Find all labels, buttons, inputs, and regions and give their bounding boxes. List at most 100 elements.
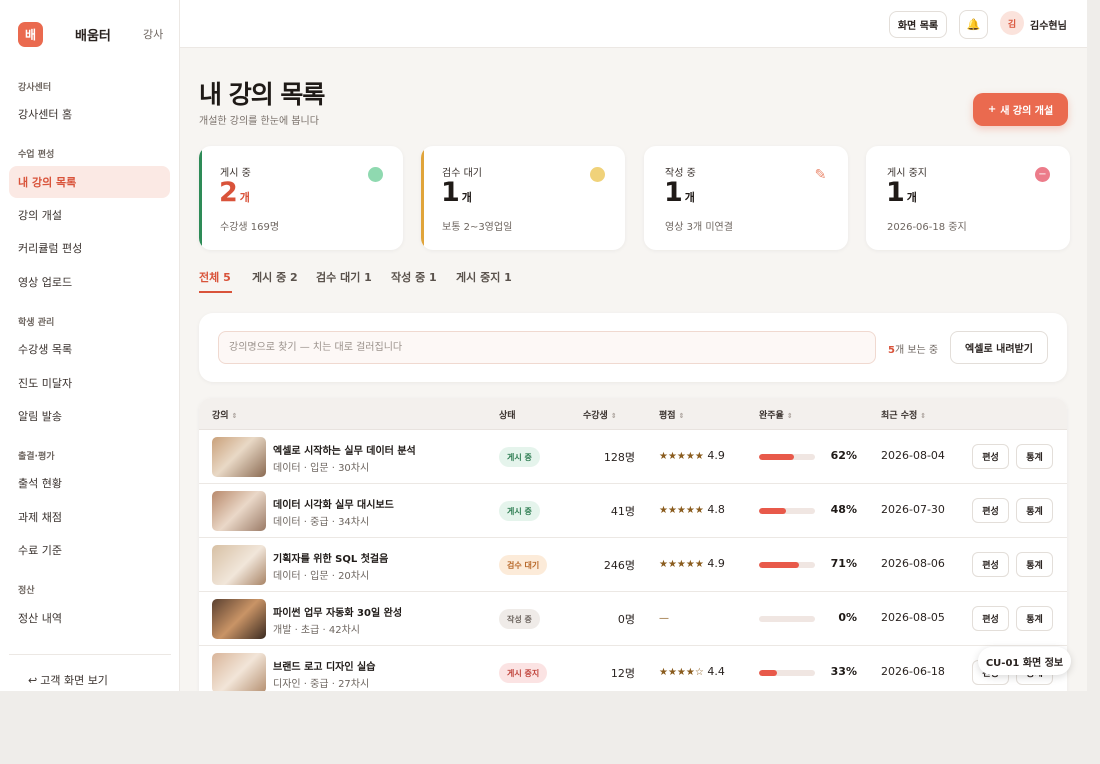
course-meta: 데이터 · 입문 · 30차시	[273, 463, 370, 474]
completion-bar-fill	[759, 670, 778, 676]
course-title[interactable]: 데이터 시각화 실무 대시보드	[273, 496, 394, 511]
brand[interactable]: 배 배움터 강사	[18, 21, 168, 47]
sidebar-item-create-course[interactable]: 강의 개설	[9, 199, 170, 231]
course-thumbnail	[212, 437, 266, 477]
rating-value: 4.9	[707, 449, 725, 462]
star-rating-icon: ★★★★☆	[659, 667, 704, 678]
table-row[interactable]: 브랜드 로고 디자인 실습 디자인 · 중급 · 27차시 게시 중지 12명 ★★★★…	[199, 646, 1067, 691]
course-thumbnail	[212, 599, 266, 639]
table-row[interactable]: 엑셀로 시작하는 실무 데이터 분석 데이터 · 입문 · 30차시 게시 중 128…	[199, 430, 1067, 484]
stat-unit: 개	[906, 191, 917, 204]
tab-count: 5	[223, 271, 231, 284]
excel-export-button[interactable]: 엑셀로 내려받기	[950, 331, 1048, 364]
pencil-icon: ✎	[814, 166, 827, 183]
tab-suspended[interactable]: 게시 중지 1	[456, 269, 512, 285]
screen-list-button[interactable]: 화면 목록	[889, 11, 947, 38]
rating: ★★★★★ 4.9	[659, 557, 725, 570]
column-header-completion[interactable]: 완주율 ⇕	[759, 408, 793, 421]
course-title[interactable]: 기획자를 위한 SQL 첫걸음	[273, 550, 388, 565]
sidebar-item-instructor-home[interactable]: 강사센터 홈	[9, 98, 170, 130]
sidebar-item-video-upload[interactable]: 영상 업로드	[9, 266, 170, 298]
sort-icon: ⇕	[678, 412, 685, 420]
tab-review[interactable]: 검수 대기 1	[316, 269, 372, 285]
bell-icon[interactable]: 🔔	[959, 10, 988, 39]
topbar: 화면 목록 🔔 김 김수현님	[180, 0, 1087, 48]
sidebar-item-students[interactable]: 수강생 목록	[9, 333, 170, 365]
updated-date: 2026-08-04	[881, 449, 945, 462]
table-row[interactable]: 데이터 시각화 실무 대시보드 데이터 · 중급 · 34차시 게시 중 41명 ★★★…	[199, 484, 1067, 538]
stat-card-published[interactable]: 게시 중 2개 수강생 169명	[199, 146, 403, 250]
stats-button[interactable]: 통계	[1016, 444, 1053, 469]
brand-name: 배움터	[75, 29, 111, 44]
stats-button[interactable]: 통계	[1016, 606, 1053, 631]
screen-info-chip[interactable]: CU-01 화면 정보	[978, 647, 1071, 675]
updated-date: 2026-07-30	[881, 503, 945, 516]
new-course-button[interactable]: + 새 강의 개설	[973, 93, 1068, 126]
result-count-number: 5	[888, 345, 895, 356]
rating: ★★★★☆ 4.4	[659, 665, 725, 678]
stat-note: 보통 2~3영업일	[442, 222, 513, 233]
course-title[interactable]: 파이썬 업무 자동화 30일 완성	[273, 604, 402, 619]
student-count: 246명	[603, 559, 635, 572]
completion-bar	[759, 562, 815, 568]
status-badge: 게시 중	[499, 501, 540, 521]
nav-group-label: 출결·평가	[18, 452, 55, 462]
sidebar-item-my-courses[interactable]: 내 강의 목록	[9, 166, 170, 198]
sidebar-item-attendance[interactable]: 출석 현황	[9, 467, 170, 499]
star-rating-icon: ★★★★★	[659, 559, 704, 570]
tab-label: 작성 중	[391, 271, 426, 284]
tab-all[interactable]: 전체 5	[199, 269, 231, 285]
stat-value: 2개	[219, 177, 250, 208]
course-thumbnail	[212, 545, 266, 585]
completion-percent: 71%	[830, 557, 857, 570]
tab-published[interactable]: 게시 중 2	[252, 269, 298, 285]
stats-button[interactable]: 통계	[1016, 552, 1053, 577]
minus-circle-icon: −	[1035, 167, 1050, 182]
sidebar-item-curriculum[interactable]: 커리큘럼 편성	[9, 232, 170, 264]
sidebar-item-grading[interactable]: 과제 채점	[9, 501, 170, 533]
table-row[interactable]: 파이썬 업무 자동화 30일 완성 개발 · 초급 · 42차시 작성 중 0명 — 0…	[199, 592, 1067, 646]
avatar[interactable]: 김	[1000, 11, 1024, 35]
edit-button[interactable]: 편성	[972, 606, 1009, 631]
stat-value: 1개	[886, 177, 917, 208]
course-meta: 데이터 · 입문 · 20차시	[273, 571, 370, 582]
sidebar-item-behind-progress[interactable]: 진도 미달자	[9, 367, 170, 399]
completion-bar	[759, 454, 815, 460]
column-header-updated[interactable]: 최근 수정 ⇕	[881, 408, 926, 421]
completion-percent: 33%	[830, 665, 857, 678]
rating-value: 4.8	[707, 503, 725, 516]
stats-button[interactable]: 통계	[1016, 498, 1053, 523]
column-header-rating[interactable]: 평점 ⇕	[659, 408, 684, 421]
tab-draft[interactable]: 작성 중 1	[391, 269, 437, 285]
page-title: 내 강의 목록	[199, 80, 325, 109]
nav-group-label: 정산	[18, 586, 35, 596]
stat-number: 2	[219, 177, 238, 208]
column-header-students[interactable]: 수강생 ⇕	[583, 408, 617, 421]
sort-icon: ⇕	[610, 412, 617, 420]
stat-card-draft[interactable]: 작성 중 1개 영상 3개 미연결 ✎	[644, 146, 848, 250]
tab-label: 게시 중지	[456, 271, 501, 284]
user-name[interactable]: 김수현님	[1030, 17, 1067, 32]
course-title[interactable]: 브랜드 로고 디자인 실습	[273, 658, 375, 673]
stat-card-suspended[interactable]: 게시 중지 1개 2026-06-18 중지 −	[866, 146, 1070, 250]
sidebar-item-settlement[interactable]: 정산 내역	[9, 602, 170, 634]
nav-group-label: 강사센터	[18, 83, 52, 93]
brand-role: 강사	[143, 28, 164, 41]
table-row[interactable]: 기획자를 위한 SQL 첫걸음 데이터 · 입문 · 20차시 검수 대기 246명 ★…	[199, 538, 1067, 592]
column-header-course[interactable]: 강의 ⇕	[212, 408, 237, 421]
course-title[interactable]: 엑셀로 시작하는 실무 데이터 분석	[273, 442, 416, 457]
stat-card-review[interactable]: 검수 대기 1개 보통 2~3영업일	[421, 146, 625, 250]
edit-button[interactable]: 편성	[972, 498, 1009, 523]
edit-button[interactable]: 편성	[972, 552, 1009, 577]
card-accent	[421, 146, 424, 250]
column-label: 최근 수정	[881, 411, 918, 421]
sidebar-item-completion-criteria[interactable]: 수료 기준	[9, 534, 170, 566]
updated-date: 2026-08-05	[881, 611, 945, 624]
customer-view-link[interactable]: ↩ 고객 화면 보기	[28, 672, 108, 688]
search-input[interactable]	[218, 331, 876, 364]
edit-button[interactable]: 편성	[972, 444, 1009, 469]
sort-icon: ⇕	[231, 412, 238, 420]
completion-percent: 62%	[830, 449, 857, 462]
stat-note: 수강생 169명	[220, 222, 280, 233]
sidebar-item-notifications[interactable]: 알림 발송	[9, 400, 170, 432]
